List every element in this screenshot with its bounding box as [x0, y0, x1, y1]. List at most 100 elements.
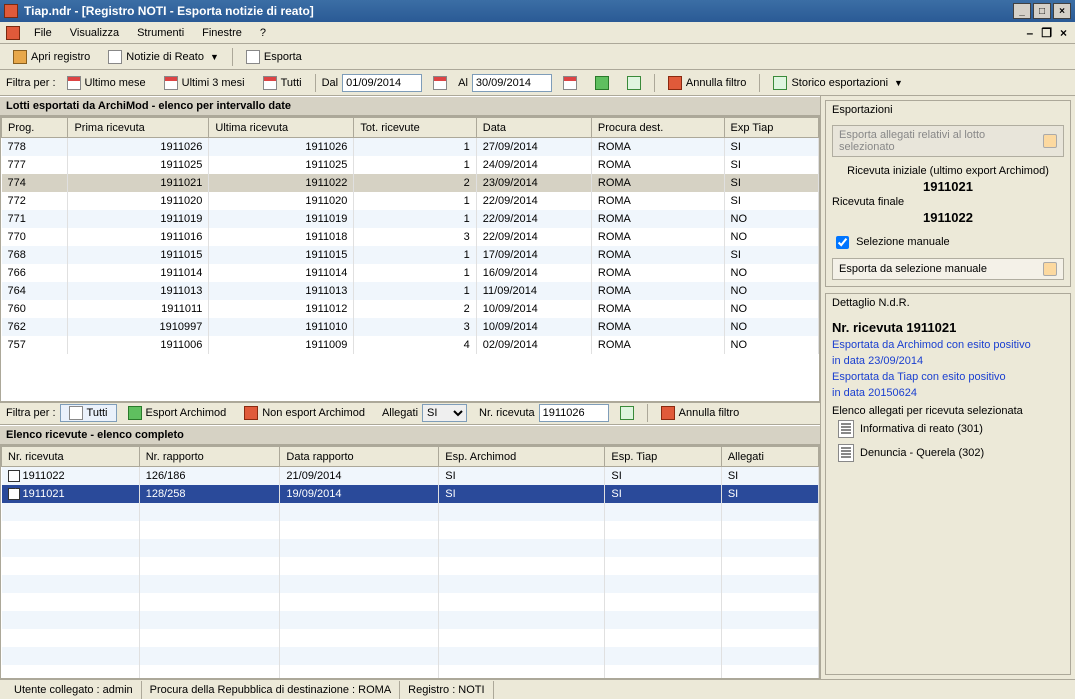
export-ok-icon — [128, 406, 142, 420]
table-row[interactable]: 77419110211911022223/09/2014ROMASI — [2, 174, 819, 192]
filter-esport-archimod[interactable]: Esport Archimod — [121, 403, 234, 423]
attachment-item[interactable]: Denuncia - Querela (302) — [832, 441, 1064, 465]
plus-icon — [595, 76, 609, 90]
table-row[interactable]: 77719110251911025124/09/2014ROMASI — [2, 156, 819, 174]
esporta-allegati-lotto-button[interactable]: Esporta allegati relativi al lotto selez… — [832, 125, 1064, 157]
menu-strumenti[interactable]: Strumenti — [129, 25, 192, 41]
table-row[interactable]: 1911022126/18621/09/2014SISISI — [2, 467, 819, 485]
col-procura[interactable]: Procura dest. — [591, 118, 724, 138]
table-row-empty — [2, 521, 819, 539]
menu-finestre[interactable]: Finestre — [194, 25, 250, 41]
row-checkbox[interactable] — [8, 488, 20, 500]
storico-esportazioni-button[interactable]: Storico esportazioni ▼ — [766, 73, 910, 93]
mdi-close[interactable]: × — [1058, 26, 1069, 40]
clear-filter-icon — [668, 76, 682, 90]
table-row[interactable]: 77119110191911019122/09/2014ROMANO — [2, 210, 819, 228]
add-range-button[interactable] — [588, 73, 616, 93]
annulla-filtro-mid[interactable]: Annulla filtro — [654, 403, 747, 423]
table-row[interactable]: 77019110161911018322/09/2014ROMANO — [2, 228, 819, 246]
document-icon — [108, 50, 122, 64]
esporta-selezione-manuale-button[interactable]: Esporta da selezione manuale — [832, 258, 1064, 280]
col-data_rapporto[interactable]: Data rapporto — [280, 447, 439, 467]
nr-ricevuta-input[interactable] — [539, 404, 609, 422]
ricevuta-finale-label: Ricevuta finale — [832, 196, 1064, 208]
mdi-restore[interactable]: ❐ — [1039, 26, 1054, 40]
table-row[interactable]: 76019110111911012210/09/2014ROMANO — [2, 300, 819, 318]
mdi-minimize[interactable]: – — [1025, 26, 1036, 40]
table-row[interactable]: 77819110261911026127/09/2014ROMASI — [2, 138, 819, 156]
filter-ultimo-mese[interactable]: Ultimo mese — [60, 73, 153, 93]
menu-help[interactable]: ? — [252, 25, 274, 41]
dal-calendar-button[interactable] — [426, 73, 454, 93]
table-row[interactable]: 76419110131911013111/09/2014ROMANO — [2, 282, 819, 300]
history-icon — [773, 76, 787, 90]
search-ricevuta-button[interactable] — [613, 403, 641, 423]
filter-non-esport-archimod[interactable]: Non esport Archimod — [237, 403, 372, 423]
selezione-manuale-checkbox[interactable]: Selezione manuale — [832, 236, 950, 248]
al-input[interactable] — [472, 74, 552, 92]
filter-bar-mid: Filtra per : Tutti Esport Archimod Non e… — [0, 402, 820, 425]
col-prog[interactable]: Prog. — [2, 118, 68, 138]
grid-lotti[interactable]: Prog.Prima ricevutaUltima ricevutaTot. r… — [0, 116, 820, 402]
col-nr_rapporto[interactable]: Nr. rapporto — [139, 447, 280, 467]
col-prima[interactable]: Prima ricevuta — [68, 118, 209, 138]
table-row[interactable]: 76819110151911015117/09/2014ROMASI — [2, 246, 819, 264]
esporta-button[interactable]: Esporta — [239, 47, 309, 67]
dettaglio-panel: Dettaglio N.d.R. Nr. ricevuta 1911021 Es… — [825, 293, 1071, 675]
export-icon — [246, 50, 260, 64]
nr-ricevuta-label: Nr. ricevuta — [479, 407, 535, 419]
selezione-manuale-input[interactable] — [836, 236, 849, 249]
table-row[interactable]: 75719110061911009402/09/2014ROMANO — [2, 336, 819, 354]
table-row[interactable]: 76219109971911010310/09/2014ROMANO — [2, 318, 819, 336]
dal-input[interactable] — [342, 74, 422, 92]
col-nr_ricevuta[interactable]: Nr. ricevuta — [2, 447, 140, 467]
notizie-label: Notizie di Reato — [126, 51, 204, 63]
maximize-button[interactable]: □ — [1033, 3, 1051, 19]
refresh-button[interactable] — [620, 73, 648, 93]
dettaglio-heading: Nr. ricevuta 1911021 — [832, 318, 1064, 337]
filter-tutti-mid[interactable]: Tutti — [60, 404, 117, 422]
col-data[interactable]: Data — [476, 118, 591, 138]
esporta-label: Esporta — [264, 51, 302, 63]
menu-bar: File Visualizza Strumenti Finestre ? – ❐… — [0, 22, 1075, 44]
esportazioni-title: Esportazioni — [826, 101, 1070, 119]
table-row-empty — [2, 593, 819, 611]
filter-ultimi-3-mesi[interactable]: Ultimi 3 mesi — [157, 73, 252, 93]
filter-tutti[interactable]: Tutti — [256, 73, 309, 93]
dropdown-arrow-icon: ▼ — [894, 78, 903, 88]
status-utente: Utente collegato : admin — [6, 681, 142, 699]
filter-label-mid: Filtra per : — [6, 407, 56, 419]
calendar-icon — [164, 76, 178, 90]
dettaglio-line1: Esportata da Archimod con esito positivo — [832, 337, 1064, 353]
table-row[interactable]: 77219110201911020122/09/2014ROMASI — [2, 192, 819, 210]
apri-registro-button[interactable]: Apri registro — [6, 47, 97, 67]
menu-visualizza[interactable]: Visualizza — [62, 25, 127, 41]
col-esp_tiap[interactable]: Esp. Tiap — [605, 447, 721, 467]
row-checkbox[interactable] — [8, 470, 20, 482]
menu-file[interactable]: File — [26, 25, 60, 41]
col-allegati[interactable]: Allegati — [721, 447, 818, 467]
col-tot[interactable]: Tot. ricevute — [354, 118, 476, 138]
table-row[interactable]: 76619110141911014116/09/2014ROMANO — [2, 264, 819, 282]
table-row-empty — [2, 575, 819, 593]
al-calendar-button[interactable] — [556, 73, 584, 93]
dettaglio-title: Dettaglio N.d.R. — [826, 294, 1070, 312]
grid-ricevute[interactable]: Nr. ricevutaNr. rapportoData rapportoEsp… — [0, 445, 820, 679]
app-icon — [4, 4, 18, 18]
table-row[interactable]: 1911021128/25819/09/2014SISISI — [2, 485, 819, 503]
notizie-di-reato-button[interactable]: Notizie di Reato ▼ — [101, 47, 226, 67]
title-bar: Tiap.ndr - [Registro NOTI - Esporta noti… — [0, 0, 1075, 22]
minimize-button[interactable]: _ — [1013, 3, 1031, 19]
close-button[interactable]: × — [1053, 3, 1071, 19]
apri-registro-label: Apri registro — [31, 51, 90, 63]
dettaglio-line2: in data 23/09/2014 — [832, 353, 1064, 369]
open-registry-icon — [13, 50, 27, 64]
col-ultima[interactable]: Ultima ricevuta — [209, 118, 354, 138]
allegati-combo[interactable]: SI — [422, 404, 467, 422]
annulla-filtro-top[interactable]: Annulla filtro — [661, 73, 754, 93]
dettaglio-line4: in data 20150624 — [832, 385, 1064, 401]
attachment-item[interactable]: Informativa di reato (301) — [832, 417, 1064, 441]
col-exp[interactable]: Exp Tiap — [724, 118, 818, 138]
col-esp_archimod[interactable]: Esp. Archimod — [439, 447, 605, 467]
calendar-icon — [263, 76, 277, 90]
